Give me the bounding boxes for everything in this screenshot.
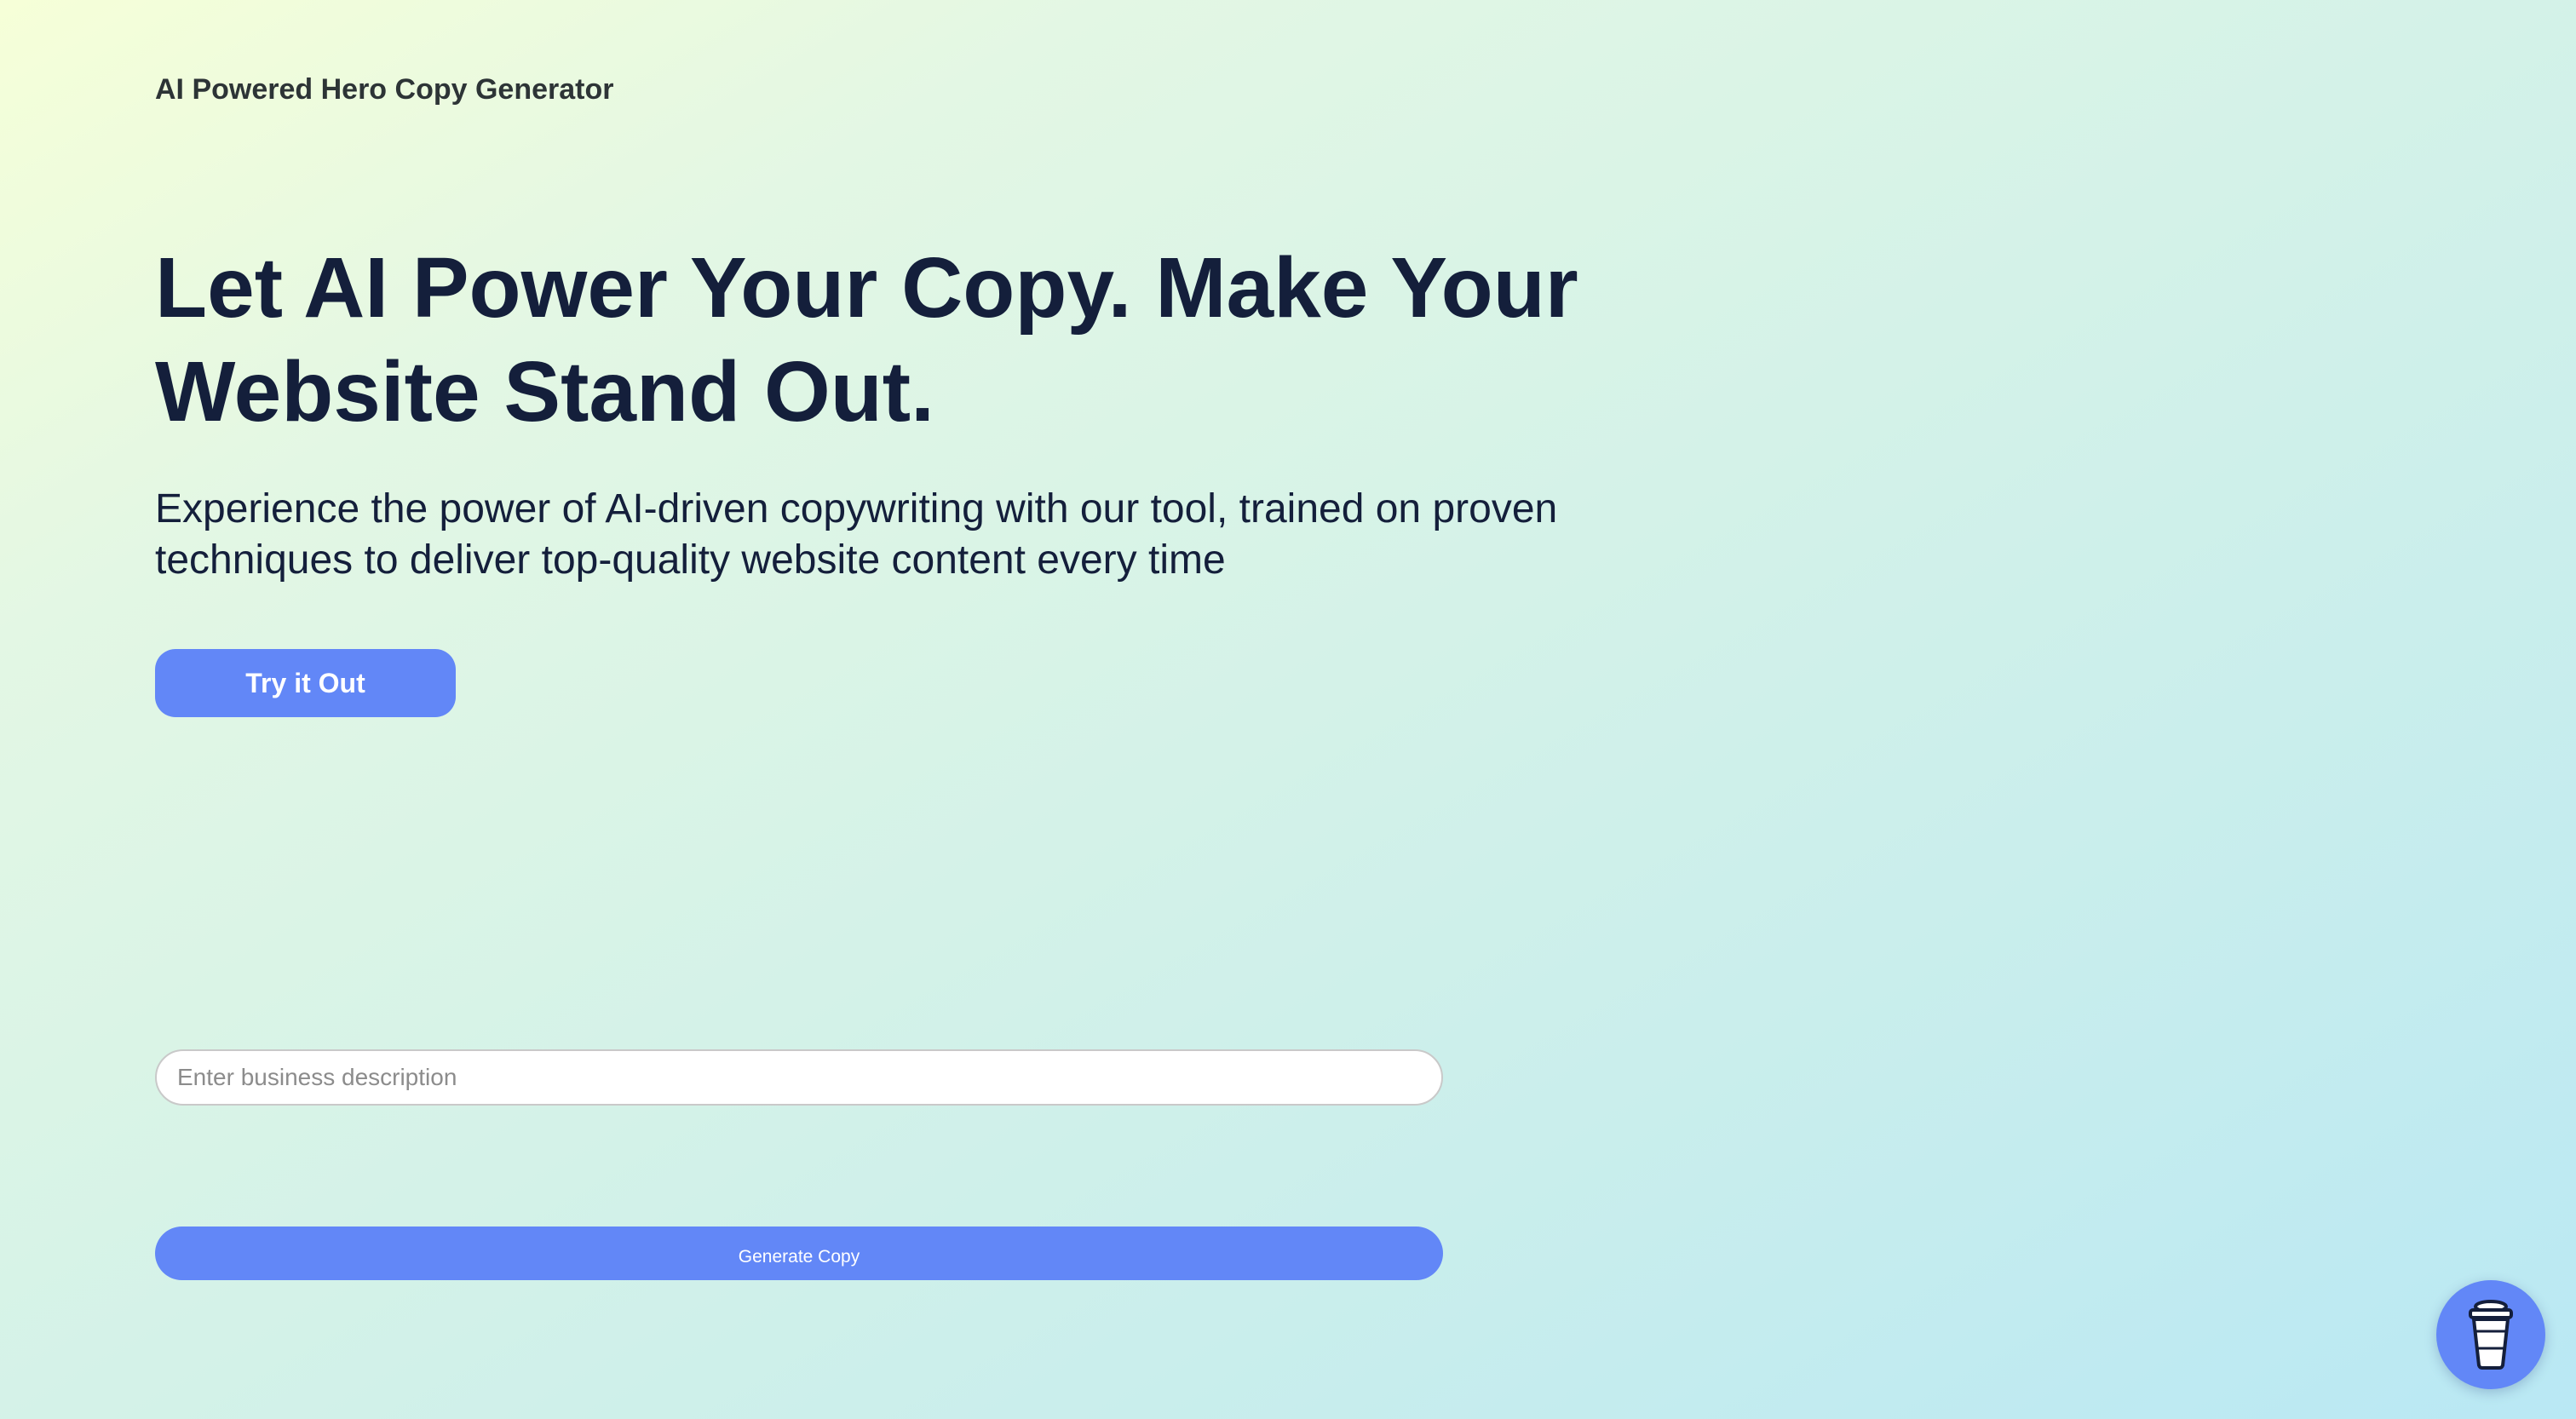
business-description-input[interactable] [155,1049,1443,1106]
buy-me-a-coffee-button[interactable] [2436,1280,2545,1389]
coffee-cup-icon [2469,1300,2513,1370]
hero-headline: Let AI Power Your Copy. Make Your Websit… [155,240,1578,439]
try-it-out-button[interactable]: Try it Out [155,649,456,717]
hero-subtext: Experience the power of AI-driven copywr… [155,486,1558,583]
brand-title: AI Powered Hero Copy Generator [155,73,614,106]
generate-copy-button[interactable]: Generate Copy [155,1227,1443,1280]
